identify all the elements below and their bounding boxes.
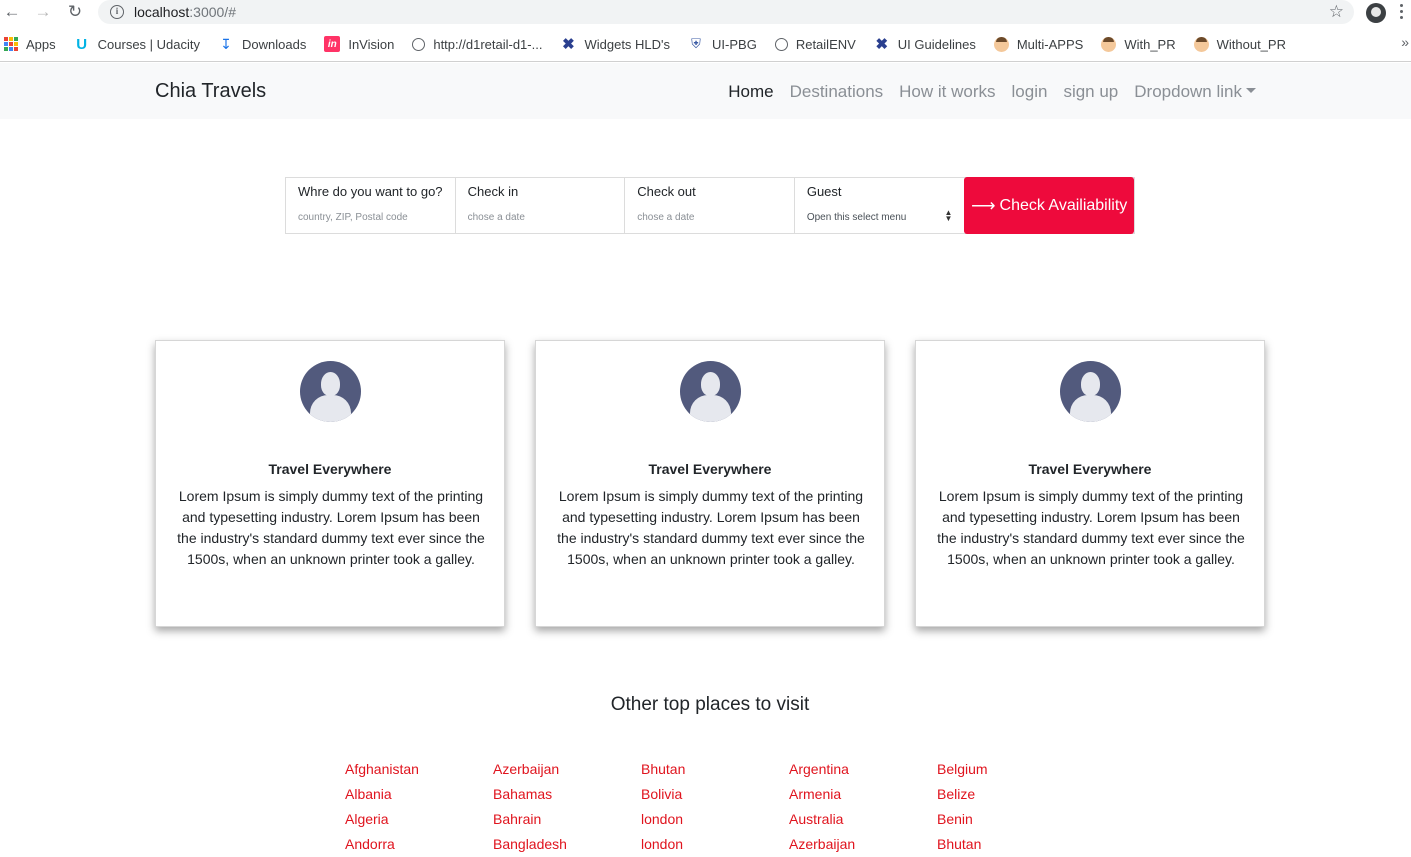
search-form: Whre do you want to go? country, ZIP, Po… <box>285 177 1135 234</box>
bookmark-ui-guidelines[interactable]: ✖ UI Guidelines <box>874 36 976 53</box>
globe-icon <box>774 37 788 51</box>
place-link[interactable]: london <box>641 832 789 857</box>
place-link[interactable]: Albania <box>345 782 493 807</box>
places-list: Afghanistan Albania Algeria Andorra Azer… <box>345 757 1085 857</box>
guest-select[interactable]: Open this select menu <box>807 212 953 223</box>
place-link[interactable]: Benin <box>937 807 1085 832</box>
places-column: Azerbaijan Bahamas Bahrain Bangladesh <box>493 757 641 857</box>
card-text: Lorem Ipsum is simply dummy text of the … <box>557 488 865 567</box>
place-link[interactable]: Australia <box>789 807 937 832</box>
nav-home[interactable]: Home <box>728 82 773 102</box>
caret-down-icon <box>1246 88 1256 93</box>
avatar-icon <box>1101 36 1117 52</box>
nav-dropdown[interactable]: Dropdown link <box>1134 82 1256 102</box>
nav-links: Home Destinations How it works login sig… <box>712 82 1256 102</box>
place-link[interactable]: Azerbaijan <box>493 757 641 782</box>
profile-avatar[interactable] <box>1366 3 1386 23</box>
udacity-icon: U <box>76 35 88 53</box>
check-out-field[interactable]: Check out chose a date <box>625 178 795 233</box>
avatar-icon <box>993 36 1009 52</box>
card-title: Travel Everywhere <box>1028 461 1152 477</box>
apps-grid-icon <box>4 37 18 51</box>
shield-icon: ⛨ <box>691 36 701 51</box>
menu-kebab-icon[interactable] <box>1400 4 1404 22</box>
user-avatar-icon <box>1060 361 1121 422</box>
place-link[interactable]: london <box>641 807 789 832</box>
forward-arrow-icon[interactable]: → <box>32 1 54 23</box>
bookmark-d1retail[interactable]: http://d1retail-d1-... <box>412 37 542 52</box>
more-bookmarks-icon[interactable]: » <box>1401 34 1409 50</box>
feature-cards: Travel Everywhere Lorem Ipsum is simply … <box>155 340 1265 627</box>
bookmark-apps[interactable]: Apps <box>4 37 56 52</box>
browser-chrome: ← → ↻ i localhost:3000/# ☆ Apps U Course… <box>0 0 1411 62</box>
bookmark-invision[interactable]: in InVision <box>324 36 394 52</box>
guest-field[interactable]: Guest Open this select menu ▲ ▼ <box>794 178 965 233</box>
nav-how-it-works[interactable]: How it works <box>899 82 995 102</box>
bookmark-without-pr[interactable]: Without_PR <box>1193 36 1286 52</box>
avatar-icon <box>1193 36 1209 52</box>
check-in-field[interactable]: Check in chose a date <box>455 178 626 233</box>
places-column: Argentina Armenia Australia Azerbaijan <box>789 757 937 857</box>
nav-sign-up[interactable]: sign up <box>1063 82 1118 102</box>
feature-card: Travel Everywhere Lorem Ipsum is simply … <box>155 340 505 627</box>
user-avatar-icon <box>680 361 741 422</box>
place-link[interactable]: Bolivia <box>641 782 789 807</box>
address-bar[interactable]: i localhost:3000/# ☆ <box>98 0 1354 24</box>
place-link[interactable]: Bahamas <box>493 782 641 807</box>
check-in-input[interactable]: chose a date <box>468 212 613 223</box>
info-icon[interactable]: i <box>110 5 124 19</box>
place-link[interactable]: Bhutan <box>641 757 789 782</box>
card-text: Lorem Ipsum is simply dummy text of the … <box>177 488 485 567</box>
bookmark-star-icon[interactable]: ☆ <box>1329 2 1344 22</box>
card-text: Lorem Ipsum is simply dummy text of the … <box>937 488 1245 567</box>
url-text[interactable]: localhost:3000/# <box>134 4 236 20</box>
site-navbar: Chia Travels Home Destinations How it wo… <box>0 63 1411 119</box>
bookmark-udacity[interactable]: U Courses | Udacity <box>74 35 200 53</box>
place-link[interactable]: Armenia <box>789 782 937 807</box>
right-arrow-icon: ⟶ <box>971 195 996 215</box>
check-availability-button[interactable]: ⟶ Check Availiability <box>964 177 1134 234</box>
bookmarks-bar: Apps U Courses | Udacity ↧ Downloads in … <box>0 26 1411 62</box>
places-column: Afghanistan Albania Algeria Andorra <box>345 757 493 857</box>
place-link[interactable]: Belize <box>937 782 1085 807</box>
places-heading: Other top places to visit <box>610 694 810 715</box>
place-link[interactable]: Belgium <box>937 757 1085 782</box>
nav-login[interactable]: login <box>1012 82 1048 102</box>
bookmark-retailenv[interactable]: RetailENV <box>774 37 856 52</box>
place-link[interactable]: Bahrain <box>493 807 641 832</box>
place-link[interactable]: Bhutan <box>937 832 1085 857</box>
destination-field[interactable]: Whre do you want to go? country, ZIP, Po… <box>286 178 456 233</box>
bookmark-with-pr[interactable]: With_PR <box>1101 36 1176 52</box>
brand-logo[interactable]: Chia Travels <box>155 80 266 103</box>
invision-icon: in <box>324 36 341 52</box>
place-link[interactable]: Andorra <box>345 832 493 857</box>
places-column: Belgium Belize Benin Bhutan <box>937 757 1085 857</box>
place-link[interactable]: Bangladesh <box>493 832 641 857</box>
x-logo-icon: ✖ <box>875 36 889 53</box>
places-column: Bhutan Bolivia london london <box>641 757 789 857</box>
globe-icon <box>412 37 426 51</box>
bookmark-ui-pbg[interactable]: ⛨ UI-PBG <box>688 36 757 52</box>
download-icon: ↧ <box>220 35 232 52</box>
check-out-input[interactable]: chose a date <box>637 212 782 223</box>
select-arrows-icon: ▲ ▼ <box>944 208 953 223</box>
card-title: Travel Everywhere <box>268 461 392 477</box>
bookmark-downloads[interactable]: ↧ Downloads <box>218 36 306 52</box>
card-title: Travel Everywhere <box>648 461 772 477</box>
reload-icon[interactable]: ↻ <box>64 1 86 23</box>
place-link[interactable]: Afghanistan <box>345 757 493 782</box>
user-avatar-icon <box>300 361 361 422</box>
destination-input[interactable]: country, ZIP, Postal code <box>298 212 443 223</box>
bookmark-multi-apps[interactable]: Multi-APPS <box>993 36 1083 52</box>
back-arrow-icon[interactable]: ← <box>1 1 23 23</box>
feature-card: Travel Everywhere Lorem Ipsum is simply … <box>915 340 1265 627</box>
place-link[interactable]: Algeria <box>345 807 493 832</box>
place-link[interactable]: Argentina <box>789 757 937 782</box>
feature-card: Travel Everywhere Lorem Ipsum is simply … <box>535 340 885 627</box>
nav-destinations[interactable]: Destinations <box>790 82 884 102</box>
place-link[interactable]: Azerbaijan <box>789 832 937 857</box>
bookmark-widgets-hld[interactable]: ✖ Widgets HLD's <box>560 36 670 53</box>
x-logo-icon: ✖ <box>562 36 575 53</box>
browser-toolbar: ← → ↻ i localhost:3000/# ☆ <box>0 0 1411 26</box>
